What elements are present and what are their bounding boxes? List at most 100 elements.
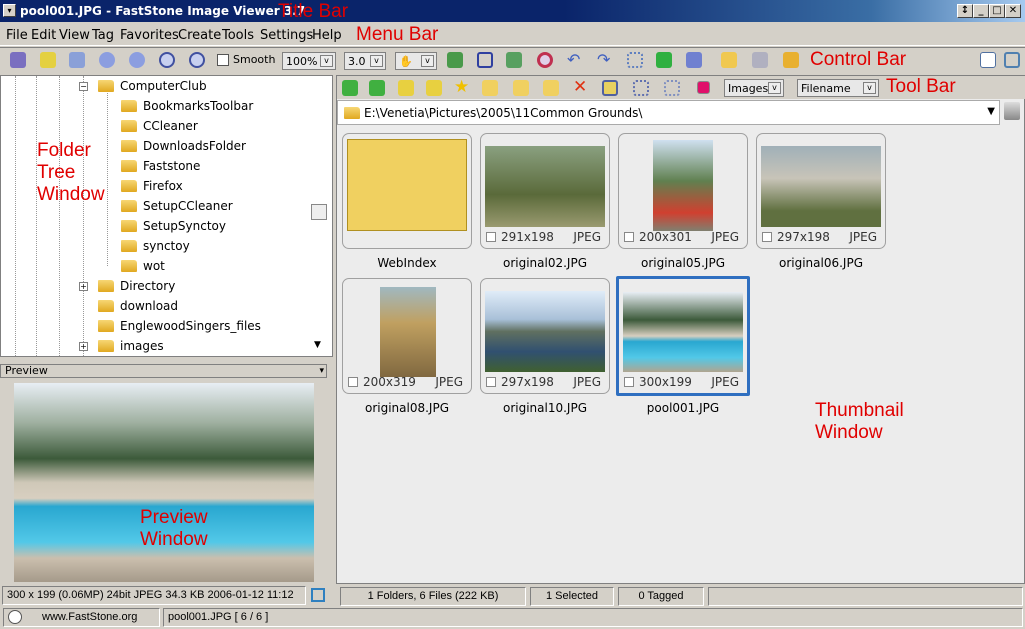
tag-checkbox[interactable] xyxy=(624,232,634,242)
maximize-button[interactable]: □ xyxy=(989,4,1005,18)
thumbnail-item-selected[interactable]: 300x199 JPEG xyxy=(616,276,750,396)
tree-item[interactable]: Faststone xyxy=(121,159,200,177)
save-icon[interactable] xyxy=(69,52,85,68)
new-folder-icon[interactable] xyxy=(482,80,498,96)
tree-item[interactable]: BookmarksToolbar xyxy=(121,99,253,117)
rotate-left-icon[interactable]: ↶ xyxy=(567,52,583,68)
thumbnail-label[interactable]: original05.JPG xyxy=(618,256,748,270)
chevron-down-icon[interactable]: ▾ xyxy=(319,365,324,377)
tree-item[interactable]: wot xyxy=(121,259,165,277)
background-color-icon[interactable] xyxy=(697,81,710,94)
copy-to-icon[interactable] xyxy=(513,80,529,96)
settings-wizard-icon[interactable] xyxy=(783,52,799,68)
zoom-out-icon[interactable] xyxy=(189,52,205,68)
system-menu-icon[interactable]: ▾ xyxy=(3,4,16,17)
thumbnail-label[interactable]: original02.JPG xyxy=(480,256,610,270)
text-icon[interactable] xyxy=(506,52,522,68)
path-input[interactable]: E:\Venetia\Pictures\2005\11Common Ground… xyxy=(337,100,1000,125)
menu-tag[interactable]: Tag xyxy=(92,28,114,43)
slideshow-icon[interactable] xyxy=(656,52,672,68)
thumbnail-label[interactable]: original08.JPG xyxy=(342,401,472,415)
filter-select[interactable]: Images v xyxy=(724,79,784,97)
menu-file[interactable]: File xyxy=(6,28,28,43)
minimize-button[interactable]: _ xyxy=(973,4,989,18)
thumbnail-item[interactable]: 297x198 JPEG xyxy=(480,278,610,394)
email-icon[interactable] xyxy=(721,52,737,68)
details-view-icon[interactable] xyxy=(664,80,680,96)
red-eye-icon[interactable] xyxy=(537,52,553,68)
chevron-down-icon: v xyxy=(863,82,876,94)
tree-item[interactable]: DownloadsFolder xyxy=(121,139,246,157)
tree-scrollbar-thumb[interactable] xyxy=(311,204,327,220)
recycle-bin-icon[interactable] xyxy=(1004,102,1020,120)
crop-icon[interactable] xyxy=(477,52,493,68)
previous-icon[interactable] xyxy=(99,52,115,68)
hand-tool-select[interactable]: ✋ v xyxy=(395,52,437,70)
open-icon[interactable] xyxy=(10,52,26,68)
desktop-icon[interactable] xyxy=(686,52,702,68)
restore-button[interactable]: ↕ xyxy=(957,4,973,18)
tag-checkbox[interactable] xyxy=(762,232,772,242)
rotate-right-icon[interactable]: ↷ xyxy=(597,52,613,68)
smooth-checkbox[interactable] xyxy=(217,54,229,66)
delete-icon[interactable]: ✕ xyxy=(573,78,589,96)
tree-item[interactable]: EnglewoodSingers_files xyxy=(98,319,261,337)
thumbnail-item[interactable]: 200x301 JPEG xyxy=(618,133,748,249)
thumbnail-label[interactable]: original10.JPG xyxy=(480,401,610,415)
chevron-down-icon[interactable]: ▼ xyxy=(987,106,995,117)
list-view-icon[interactable] xyxy=(633,80,649,96)
forward-icon[interactable] xyxy=(369,80,385,96)
thumbnail-label[interactable]: WebIndex xyxy=(342,256,472,270)
thumbnail-label[interactable]: pool001.JPG xyxy=(618,401,748,415)
tree-item[interactable]: images xyxy=(98,339,164,356)
tree-item[interactable]: CCleaner xyxy=(121,119,198,137)
refresh-icon[interactable] xyxy=(426,80,442,96)
menu-view[interactable]: View xyxy=(59,28,90,43)
thumbnail-item[interactable]: 291x198 JPEG xyxy=(480,133,610,249)
tree-item[interactable]: SetupSynctoy xyxy=(121,219,226,237)
expand-icon[interactable]: + xyxy=(79,342,88,351)
move-to-icon[interactable] xyxy=(543,80,559,96)
sort-select[interactable]: Filename v xyxy=(797,79,879,97)
thumbnail-item[interactable]: 297x198 JPEG xyxy=(756,133,886,249)
tree-item[interactable]: download xyxy=(98,299,178,317)
thumbnail-item[interactable]: 200x319 JPEG xyxy=(342,278,472,394)
tag-checkbox[interactable] xyxy=(486,232,496,242)
menu-tools[interactable]: Tools xyxy=(222,28,254,43)
tree-item[interactable]: Firefox xyxy=(121,179,183,197)
menu-favorites[interactable]: Favorites xyxy=(120,28,179,43)
favorites-star-icon[interactable]: ★ xyxy=(454,79,470,96)
browse-folder-icon[interactable] xyxy=(40,52,56,68)
menu-create[interactable]: Create xyxy=(178,28,221,43)
tag-checkbox[interactable] xyxy=(624,377,634,387)
print-icon[interactable] xyxy=(752,52,768,68)
fullscreen-icon[interactable] xyxy=(1004,52,1020,68)
menu-settings[interactable]: Settings xyxy=(260,28,313,43)
thumbnail-label[interactable]: original06.JPG xyxy=(756,256,886,270)
scroll-down-icon[interactable]: ▼ xyxy=(314,340,321,350)
layout-icon[interactable] xyxy=(980,52,996,68)
back-icon[interactable] xyxy=(342,80,358,96)
fullscreen-preview-icon[interactable] xyxy=(311,588,325,602)
close-button[interactable]: ✕ xyxy=(1005,4,1021,18)
expand-icon[interactable]: + xyxy=(79,282,88,291)
tree-item[interactable]: SetupCCleaner xyxy=(121,199,233,217)
tree-item[interactable]: synctoy xyxy=(121,239,190,257)
collapse-icon[interactable]: − xyxy=(79,82,88,91)
thumbnails-icon[interactable] xyxy=(627,52,643,68)
tag-checkbox[interactable] xyxy=(348,377,358,387)
up-folder-icon[interactable] xyxy=(398,80,414,96)
next-icon[interactable] xyxy=(129,52,145,68)
tag-checkbox[interactable] xyxy=(486,377,496,387)
resize-icon[interactable] xyxy=(447,52,463,68)
ratio-select[interactable]: 3.0 v xyxy=(344,52,386,70)
zoom-select[interactable]: 100% v xyxy=(282,52,336,70)
thumbnail-item[interactable] xyxy=(342,133,472,249)
menu-edit[interactable]: Edit xyxy=(31,28,56,43)
menu-help[interactable]: Help xyxy=(312,28,342,43)
zoom-in-icon[interactable] xyxy=(159,52,175,68)
thumbnail-view-icon[interactable] xyxy=(602,80,618,96)
tree-item[interactable]: ComputerClub xyxy=(98,79,207,97)
tree-item[interactable]: Directory xyxy=(98,279,175,297)
website-link[interactable]: www.FastStone.org xyxy=(3,608,160,627)
